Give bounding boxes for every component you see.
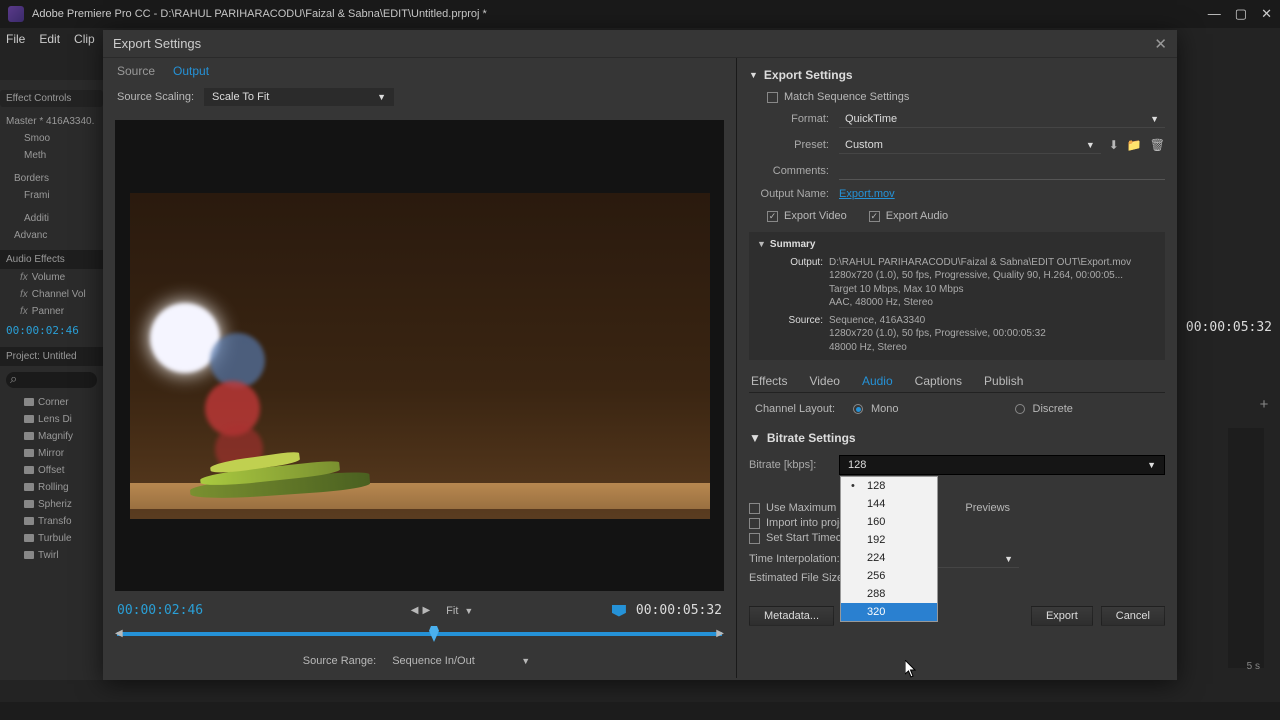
bitrate-option[interactable]: 256 (841, 567, 937, 585)
preview-image (130, 193, 710, 519)
tab-video[interactable]: Video (809, 374, 839, 388)
step-forward-icon[interactable]: ▶ (422, 605, 430, 616)
list-item: Transfo (0, 513, 103, 530)
channel-layout-label: Channel Layout: (755, 403, 845, 415)
bitrate-option[interactable]: 144 (841, 495, 937, 513)
tab-audio[interactable]: Audio (862, 374, 893, 388)
menu-edit[interactable]: Edit (39, 32, 60, 46)
panel-timecode[interactable]: 00:00:02:46 (0, 320, 103, 341)
source-range-dropdown[interactable]: Sequence In/Out▼ (386, 654, 536, 668)
import-project-checkbox[interactable] (749, 518, 760, 529)
list-item: Corner (0, 394, 103, 411)
program-timecode: 00:00:05:32 (1186, 320, 1272, 335)
app-title: Adobe Premiere Pro CC - D:\RAHUL PARIHAR… (32, 8, 1208, 20)
bitrate-option[interactable]: 224 (841, 549, 937, 567)
bitrate-dropdown[interactable]: 128▼ 128 144 160 192 224 256 288 320 (839, 455, 1165, 475)
summary-section: ▼Summary Output:D:\RAHUL PARIHARACODU\Fa… (749, 232, 1165, 360)
match-sequence-checkbox[interactable] (767, 92, 778, 103)
list-item: Turbule (0, 530, 103, 547)
channel-discrete-radio[interactable] (1015, 404, 1025, 414)
preview-viewport[interactable] (115, 120, 724, 591)
comments-label: Comments: (749, 165, 839, 177)
list-item: Magnify (0, 428, 103, 445)
app-logo (8, 6, 24, 22)
menu-clip[interactable]: Clip (74, 32, 95, 46)
close-icon[interactable]: ✕ (1261, 6, 1272, 22)
bitrate-option[interactable]: 128 (841, 477, 937, 495)
marker-icon[interactable] (612, 605, 626, 617)
bitrate-label: Bitrate [kbps]: (749, 459, 839, 471)
project-panel-header[interactable]: Project: Untitled (0, 347, 103, 366)
zoom-fit-dropdown[interactable]: Fit▼ (440, 604, 479, 618)
list-item: Spheriz (0, 496, 103, 513)
audio-effects-header: Audio Effects (0, 250, 103, 269)
list-item: Rolling (0, 479, 103, 496)
tab-source[interactable]: Source (117, 64, 155, 78)
comments-input[interactable] (839, 162, 1165, 180)
delete-preset-icon[interactable]: 🗑 (1150, 138, 1165, 152)
set-start-tc-checkbox[interactable] (749, 533, 760, 544)
effect-controls-panel: Effect Controls Master * 416A3340. Smoo … (0, 80, 103, 680)
bitrate-option[interactable]: 192 (841, 531, 937, 549)
preview-scrubber[interactable]: ◀ ▶ (117, 624, 722, 644)
preset-dropdown[interactable]: Custom▼ (839, 136, 1101, 154)
audio-meter (1228, 428, 1264, 668)
bitrate-option[interactable]: 160 (841, 513, 937, 531)
bitrate-settings-header[interactable]: ▼Bitrate Settings (749, 431, 1165, 445)
list-item: Offset (0, 462, 103, 479)
source-scaling-label: Source Scaling: (117, 91, 194, 103)
bitrate-option[interactable]: 288 (841, 585, 937, 603)
output-name-link[interactable]: Export.mov (839, 188, 895, 200)
list-item: Mirror (0, 445, 103, 462)
source-scaling-dropdown[interactable]: Scale To Fit▼ (204, 88, 394, 106)
tab-effects[interactable]: Effects (751, 374, 787, 388)
export-settings-header[interactable]: ▼Export Settings (749, 68, 1165, 82)
channel-mono-radio[interactable] (853, 404, 863, 414)
format-label: Format: (749, 113, 839, 125)
export-button[interactable]: Export (1031, 606, 1093, 626)
menu-file[interactable]: File (6, 32, 25, 46)
output-name-label: Output Name: (749, 188, 839, 200)
import-preset-icon[interactable]: 📁 (1127, 138, 1142, 152)
effect-controls-tab[interactable]: Effect Controls (0, 90, 103, 107)
tab-output[interactable]: Output (173, 64, 209, 78)
preview-timecode-in[interactable]: 00:00:02:46 (117, 603, 203, 618)
add-icon[interactable]: + (1256, 396, 1272, 412)
source-range-label: Source Range: (303, 655, 376, 667)
timeline-scale: 5 s (1247, 661, 1260, 672)
export-settings-dialog: Export Settings ✕ Source Output Source S… (103, 30, 1177, 680)
format-dropdown[interactable]: QuickTime▼ (839, 110, 1165, 128)
step-back-icon[interactable]: ◀ (411, 605, 419, 616)
export-audio-checkbox[interactable]: ✓ (869, 211, 880, 222)
preview-timecode-out: 00:00:05:32 (636, 603, 722, 618)
project-search (0, 366, 103, 394)
taskbar (0, 702, 1280, 720)
preset-label: Preset: (749, 139, 839, 151)
bitrate-dropdown-list: 128 144 160 192 224 256 288 320 (840, 476, 938, 622)
bitrate-option[interactable]: 320 (841, 603, 937, 621)
playhead-icon[interactable] (429, 626, 439, 642)
metadata-button[interactable]: Metadata... (749, 606, 834, 626)
save-preset-icon[interactable]: ⬇ (1109, 138, 1119, 152)
master-clip-label: Master * 416A3340. (0, 113, 103, 130)
maximize-icon[interactable]: ▢ (1235, 6, 1247, 22)
export-video-checkbox[interactable]: ✓ (767, 211, 778, 222)
dialog-close-icon[interactable]: ✕ (1154, 35, 1167, 53)
dialog-title: Export Settings (113, 36, 201, 51)
list-item: Lens Di (0, 411, 103, 428)
tab-publish[interactable]: Publish (984, 374, 1023, 388)
cancel-button[interactable]: Cancel (1101, 606, 1165, 626)
tab-captions[interactable]: Captions (915, 374, 962, 388)
list-item: Twirl (0, 547, 103, 564)
use-max-render-checkbox[interactable] (749, 503, 760, 514)
minimize-icon[interactable]: — (1208, 6, 1221, 22)
